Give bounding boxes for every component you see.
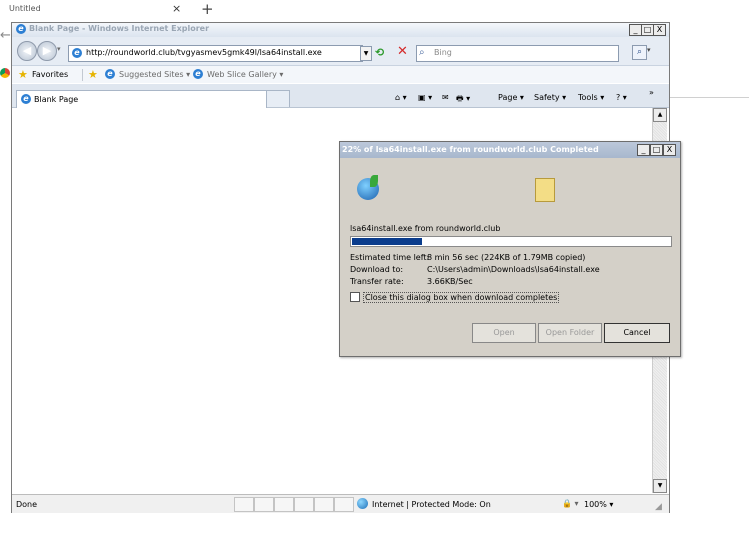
- search-icon[interactable]: ⌕: [632, 45, 647, 60]
- favorites-star-icon[interactable]: ★: [18, 68, 28, 81]
- address-dropdown-button[interactable]: ▼: [360, 46, 372, 61]
- search-input[interactable]: Bing: [434, 48, 452, 57]
- open-button[interactable]: Open: [472, 323, 536, 343]
- globe-arrow-icon: [370, 175, 378, 187]
- progress-fill: [352, 238, 422, 245]
- refresh-icon[interactable]: ⟲: [375, 46, 384, 59]
- tools-menu[interactable]: Tools ▾: [578, 93, 604, 102]
- web-slice-gallery-link[interactable]: Web Slice Gallery ▾: [207, 70, 283, 79]
- page-menu[interactable]: Page ▾: [498, 93, 524, 102]
- status-cell: [234, 497, 254, 512]
- ie-logo-icon: e: [16, 24, 26, 34]
- back-button[interactable]: ◀: [17, 41, 37, 61]
- internet-zone-globe-icon: [357, 498, 368, 509]
- transfer-rate-label: Transfer rate:: [350, 277, 404, 286]
- download-to-label: Download to:: [350, 265, 404, 274]
- cancel-button[interactable]: Cancel: [604, 323, 670, 343]
- tab-blank-page[interactable]: e Blank Page: [16, 90, 267, 108]
- close-when-complete-label[interactable]: Close this dialog box when download comp…: [363, 292, 560, 303]
- close-button[interactable]: X: [653, 24, 666, 36]
- address-input[interactable]: http://roundworld.club/tvgyasmev5gmk49l/…: [86, 48, 322, 57]
- scroll-up-icon[interactable]: ▲: [653, 108, 667, 122]
- dialog-maximize-button[interactable]: □: [650, 144, 663, 156]
- page-icon: e: [72, 48, 82, 58]
- resize-grip-icon[interactable]: ◢: [655, 502, 662, 512]
- help-menu[interactable]: ? ▾: [616, 93, 627, 102]
- address-bar[interactable]: e http://roundworld.club/tvgyasmev5gmk49…: [68, 45, 363, 62]
- open-folder-button[interactable]: Open Folder: [538, 323, 602, 343]
- home-button[interactable]: ⌂ ▾: [395, 93, 407, 102]
- safety-menu[interactable]: Safety ▾: [534, 93, 566, 102]
- web-slice-icon: e: [193, 69, 203, 79]
- search-options-dropdown-icon[interactable]: ▾: [647, 46, 651, 54]
- search-provider-icon: ⌕: [419, 47, 425, 58]
- read-mail-button[interactable]: ✉: [442, 93, 449, 102]
- dialog-minimize-button[interactable]: _: [637, 144, 650, 156]
- divider: [668, 97, 749, 98]
- navigation-bar: ◀ ▶ ▾ e http://roundworld.club/tvgyasmev…: [12, 37, 669, 66]
- protected-mode-icon[interactable]: 🔒 ▾: [562, 499, 579, 508]
- scroll-down-icon[interactable]: ▼: [653, 479, 667, 493]
- status-cell: [254, 497, 274, 512]
- add-to-favorites-bar-icon[interactable]: ★: [88, 68, 98, 81]
- download-file-label: lsa64install.exe from roundworld.club: [350, 224, 501, 233]
- forward-button[interactable]: ▶: [37, 41, 57, 61]
- new-tab-button[interactable]: [266, 90, 290, 107]
- status-cell: [334, 497, 354, 512]
- status-text: Done: [16, 500, 38, 509]
- download-progress-bar: [350, 236, 672, 247]
- print-button[interactable]: 🖶 ▾: [456, 93, 470, 107]
- download-dialog: 22% of lsa64install.exe from roundworld.…: [339, 141, 681, 357]
- time-left-label: Estimated time left:: [350, 253, 430, 262]
- feeds-button[interactable]: ▣ ▾: [418, 93, 432, 102]
- stop-icon[interactable]: ✕: [397, 44, 408, 59]
- zoom-level[interactable]: 100% ▾: [584, 500, 613, 509]
- window-title: Blank Page - Windows Internet Explorer: [29, 24, 210, 33]
- page-icon: e: [21, 94, 31, 104]
- new-tab-icon[interactable]: +: [201, 0, 214, 18]
- ie-title-bar[interactable]: e Blank Page - Windows Internet Explorer…: [12, 23, 669, 37]
- favorites-button[interactable]: Favorites: [32, 70, 68, 79]
- outer-tab[interactable]: Untitled ×: [0, 0, 197, 19]
- dialog-title: 22% of lsa64install.exe from roundworld.…: [342, 145, 599, 154]
- suggested-sites-icon: e: [105, 69, 115, 79]
- back-arrow-icon[interactable]: ←: [0, 28, 11, 43]
- close-icon[interactable]: ×: [172, 2, 181, 15]
- transfer-rate-value: 3.66KB/Sec: [427, 277, 473, 286]
- time-left-value: 8 min 56 sec (224KB of 1.79MB copied): [427, 253, 586, 262]
- tab-row: e Blank Page ⌂ ▾ ▣ ▾ ✉ 🖶 ▾ Page ▾ Safety…: [12, 84, 669, 108]
- divider: [82, 69, 83, 81]
- chrome-logo-icon: [0, 68, 10, 78]
- status-bar: Done Internet | Protected Mode: On 🔒 ▾ 1…: [12, 494, 669, 513]
- download-to-value: C:\Users\admin\Downloads\lsa64install.ex…: [427, 265, 600, 274]
- more-commands-icon[interactable]: »: [649, 88, 654, 97]
- dialog-close-button[interactable]: X: [663, 144, 676, 156]
- close-when-complete-checkbox[interactable]: [350, 292, 360, 302]
- outer-tab-bar: Untitled × +: [0, 0, 749, 19]
- status-cell: [314, 497, 334, 512]
- folder-icon: [535, 178, 555, 202]
- dialog-title-bar[interactable]: 22% of lsa64install.exe from roundworld.…: [340, 142, 680, 158]
- search-box[interactable]: ⌕ Bing: [416, 45, 619, 62]
- security-zone-label[interactable]: Internet | Protected Mode: On: [372, 500, 491, 509]
- favorites-bar: ★ Favorites ★ e Suggested Sites ▾ e Web …: [12, 66, 669, 83]
- tab-title: Blank Page: [34, 95, 79, 104]
- outer-tab-title: Untitled: [9, 4, 41, 13]
- dialog-body: lsa64install.exe from roundworld.club Es…: [340, 158, 680, 356]
- recent-pages-dropdown-icon[interactable]: ▾: [57, 45, 61, 53]
- status-cell: [294, 497, 314, 512]
- suggested-sites-link[interactable]: Suggested Sites ▾: [119, 70, 190, 79]
- status-cell: [274, 497, 294, 512]
